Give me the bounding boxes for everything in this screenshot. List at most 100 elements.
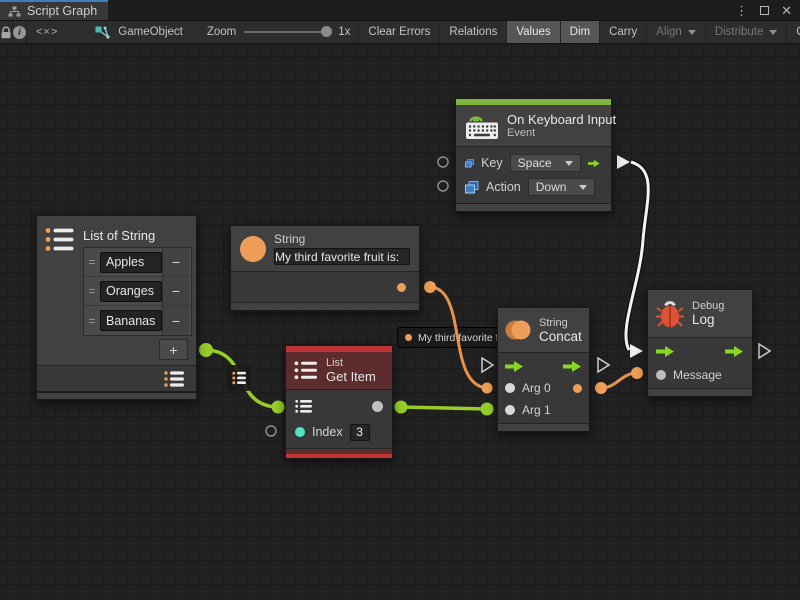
flow-out-connected-arrow[interactable] bbox=[617, 155, 630, 169]
node-body: Key Space Action Down bbox=[456, 147, 611, 203]
node-get-item[interactable]: List Get Item Index bbox=[285, 345, 393, 459]
arg0-input-port[interactable] bbox=[505, 383, 515, 393]
node-body: Message bbox=[648, 338, 752, 388]
drag-handle-icon[interactable]: = bbox=[84, 255, 100, 269]
menu-icon[interactable]: ⋮ bbox=[735, 4, 748, 17]
node-header: List Get Item bbox=[286, 352, 392, 390]
concat-strings-icon bbox=[505, 317, 531, 343]
index-value-input[interactable] bbox=[350, 424, 370, 441]
keyboard-key-port-indicator[interactable] bbox=[438, 157, 448, 167]
list-output-connection-dot[interactable] bbox=[199, 343, 213, 357]
item-output-port[interactable] bbox=[372, 401, 383, 412]
add-item-button[interactable]: + bbox=[159, 339, 188, 360]
zoom-slider-knob[interactable] bbox=[321, 26, 332, 37]
getitem-output-connection-dot[interactable] bbox=[395, 401, 408, 414]
carry-toggle[interactable]: Carry bbox=[600, 21, 647, 43]
concat-arg1-connection-dot[interactable] bbox=[481, 403, 494, 416]
flow-row bbox=[648, 340, 752, 363]
node-debug-log[interactable]: Debug Log Message bbox=[647, 289, 753, 397]
concat-arg0-connection-dot[interactable] bbox=[482, 383, 493, 394]
result-output-port[interactable] bbox=[573, 384, 582, 393]
index-port-row: Index bbox=[286, 419, 392, 445]
remove-item-button[interactable]: − bbox=[162, 306, 189, 335]
list-icon bbox=[232, 371, 247, 385]
string-output-port[interactable] bbox=[397, 283, 406, 292]
flow-output-arrow-icon[interactable] bbox=[563, 361, 582, 372]
relations-button[interactable]: Relations bbox=[440, 21, 507, 43]
node-title: Concat bbox=[539, 329, 582, 344]
string-output-connection-dot[interactable] bbox=[424, 281, 436, 293]
node-body: Index bbox=[286, 390, 392, 448]
graph-canvas[interactable]: My third favorite fr... bbox=[0, 44, 800, 600]
keyboard-action-port-indicator[interactable] bbox=[438, 181, 448, 191]
wire-getitem-to-concat[interactable] bbox=[401, 407, 487, 409]
chevron-down-icon bbox=[565, 161, 573, 166]
getitem-index-port-indicator[interactable] bbox=[266, 426, 276, 436]
arg1-input-port[interactable] bbox=[505, 405, 515, 415]
close-icon[interactable]: ✕ bbox=[781, 4, 792, 17]
remove-item-button[interactable]: − bbox=[162, 248, 189, 276]
toolbar-buttons: Clear Errors Relations Values Dim Carry … bbox=[358, 21, 800, 43]
flow-row bbox=[498, 355, 589, 377]
action-dropdown[interactable]: Down bbox=[528, 178, 596, 196]
list-item-input[interactable] bbox=[100, 281, 162, 302]
overview-button[interactable]: Overv bbox=[787, 21, 800, 43]
lock-button[interactable] bbox=[0, 21, 13, 43]
node-title: On Keyboard Input bbox=[507, 112, 602, 127]
tab-title: Script Graph bbox=[27, 4, 97, 18]
flow-output-arrow-icon[interactable] bbox=[725, 346, 744, 357]
message-input-port[interactable] bbox=[656, 370, 666, 380]
node-footer bbox=[231, 302, 419, 310]
node-string-literal[interactable]: String bbox=[230, 225, 420, 311]
concat-flow-out-indicator[interactable] bbox=[598, 358, 609, 372]
node-list-of-string[interactable]: List of String = − = − = bbox=[36, 215, 197, 400]
maximize-icon[interactable] bbox=[760, 6, 769, 15]
key-port-row: Key Space bbox=[456, 151, 611, 175]
flow-output-arrow-icon[interactable] bbox=[588, 158, 600, 169]
code-view-button[interactable]: <×> bbox=[27, 21, 67, 43]
list-item-row: = − bbox=[84, 248, 191, 277]
zoom-slider[interactable] bbox=[244, 31, 330, 33]
distribute-dropdown[interactable]: Distribute bbox=[706, 21, 788, 43]
list-item-input[interactable] bbox=[100, 252, 162, 273]
values-toggle[interactable]: Values bbox=[507, 21, 560, 43]
list-input-port-icon[interactable] bbox=[295, 399, 313, 414]
key-dropdown[interactable]: Space bbox=[510, 154, 581, 172]
node-header: Debug Log bbox=[648, 290, 752, 338]
getitem-list-connection-dot[interactable] bbox=[272, 401, 285, 414]
remove-item-button[interactable]: − bbox=[162, 277, 189, 305]
graph-toolbar: i <×> GameObject Zoom 1x Clear Errors Re… bbox=[0, 21, 800, 44]
code-view-icon: <×> bbox=[36, 26, 58, 38]
wire-string-to-concat[interactable] bbox=[430, 287, 487, 388]
flow-input-arrow-icon[interactable] bbox=[505, 361, 524, 372]
list-item-input[interactable] bbox=[100, 310, 162, 331]
enum-value-icon bbox=[465, 157, 474, 170]
flow-input-arrow-icon[interactable] bbox=[656, 346, 675, 357]
flow-in-connected-arrow[interactable] bbox=[630, 344, 643, 358]
clear-errors-button[interactable]: Clear Errors bbox=[359, 21, 440, 43]
dim-toggle[interactable]: Dim bbox=[561, 21, 600, 43]
add-item-row: + bbox=[83, 336, 188, 361]
string-output-row bbox=[231, 272, 419, 302]
node-concat[interactable]: String Concat Arg 0 Arg 1 bbox=[497, 307, 590, 432]
log-message-connection-dot[interactable] bbox=[631, 367, 643, 379]
drag-handle-icon[interactable]: = bbox=[84, 314, 100, 328]
list-output-port-icon[interactable] bbox=[164, 370, 185, 388]
concat-flow-in-indicator[interactable] bbox=[482, 358, 493, 372]
list-input-row bbox=[286, 393, 392, 419]
drag-handle-icon[interactable]: = bbox=[84, 284, 100, 298]
node-on-keyboard-input[interactable]: On Keyboard Input Event Key Space bbox=[455, 98, 612, 212]
log-flow-out-indicator[interactable] bbox=[759, 344, 770, 358]
index-input-port[interactable] bbox=[295, 427, 305, 437]
node-header: On Keyboard Input Event bbox=[456, 105, 611, 147]
window-controls: ⋮ ✕ bbox=[735, 0, 800, 20]
info-button[interactable]: i bbox=[13, 21, 27, 43]
graph-icon bbox=[8, 6, 21, 17]
tab-script-graph[interactable]: Script Graph bbox=[0, 0, 108, 20]
list-item-row: = − bbox=[84, 277, 191, 306]
graph-target[interactable]: GameObject bbox=[67, 26, 193, 39]
concat-result-connection-dot[interactable] bbox=[595, 382, 607, 394]
node-title: Get Item bbox=[326, 369, 384, 384]
string-value-input[interactable] bbox=[274, 248, 410, 265]
align-dropdown[interactable]: Align bbox=[647, 21, 706, 43]
